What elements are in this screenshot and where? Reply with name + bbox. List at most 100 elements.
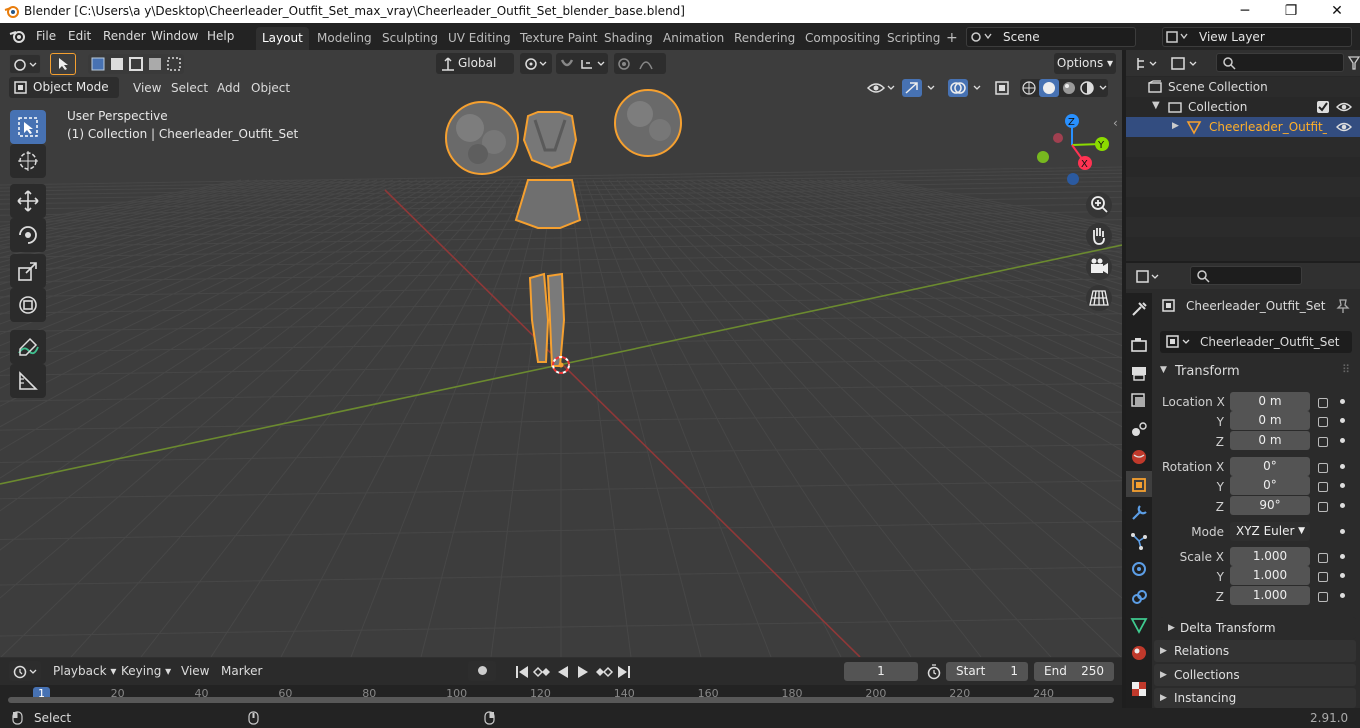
keyframe-dot-icon[interactable] [1340, 529, 1345, 534]
location-z-field[interactable]: 0 m [1230, 431, 1310, 450]
render-tab-icon[interactable] [1129, 335, 1149, 355]
sidebar-toggle-icon[interactable]: ‹ [1113, 116, 1118, 130]
current-frame-field[interactable]: 1 [844, 662, 918, 681]
prev-keyframe-icon[interactable] [532, 666, 550, 678]
keyframe-dot-icon[interactable] [1340, 483, 1345, 488]
tab-uv-editing[interactable]: UV Editing [442, 27, 517, 50]
tab-sculpting[interactable]: Sculpting [376, 27, 444, 50]
datablock-browse-icon[interactable] [1166, 335, 1194, 349]
object-eye-icon[interactable] [1336, 120, 1352, 134]
keyframe-dot-icon[interactable] [1340, 418, 1345, 423]
next-keyframe-icon[interactable] [596, 666, 614, 678]
location-y-field[interactable]: 0 m [1230, 411, 1310, 430]
scale-x-field[interactable]: 1.000 [1230, 547, 1310, 566]
lock-icon[interactable] [1318, 592, 1328, 602]
tab-rendering[interactable]: Rendering [728, 27, 801, 50]
tab-animation[interactable]: Animation [657, 27, 730, 50]
drag-handle-icon[interactable]: ⠿ [1342, 363, 1350, 376]
lock-icon[interactable] [1318, 502, 1328, 512]
outliner-row-object[interactable]: ▶ Cheerleader_Outfit_Set [1126, 117, 1360, 137]
outliner-header-icons[interactable] [1136, 56, 1226, 72]
jump-start-icon[interactable] [516, 666, 528, 678]
menu-window[interactable]: Window [151, 29, 198, 43]
view-layer-tab-icon[interactable] [1129, 391, 1149, 411]
skirt[interactable] [514, 179, 582, 229]
menu-file[interactable]: File [36, 29, 56, 43]
menu-render[interactable]: Render [103, 29, 146, 43]
properties-editor-icon[interactable] [1136, 269, 1166, 285]
transform-panel-header[interactable]: ▼ Transform ⠿ [1154, 361, 1360, 383]
modifier-tab-icon[interactable] [1129, 503, 1149, 523]
3d-viewport[interactable]: Z Y X Global Options ▾ Object Mode View … [0, 50, 1122, 657]
marker-menu[interactable]: Marker [221, 664, 262, 678]
keyframe-dot-icon[interactable] [1340, 503, 1345, 508]
jump-end-icon[interactable] [618, 666, 630, 678]
tab-texture-paint[interactable]: Texture Paint [514, 27, 603, 50]
cursor-tool[interactable] [10, 144, 46, 178]
select-box-tool[interactable] [10, 110, 46, 144]
location-x-field[interactable]: 0 m [1230, 392, 1310, 411]
perspective-toggle-button[interactable] [1086, 285, 1112, 311]
menu-select[interactable]: Select [171, 81, 208, 95]
stopwatch-icon[interactable] [926, 664, 942, 680]
menu-add[interactable]: Add [217, 81, 240, 95]
keyframe-dot-icon[interactable] [1340, 464, 1345, 469]
scale-tool[interactable] [10, 254, 46, 288]
menu-object[interactable]: Object [251, 81, 290, 95]
collection-expand-icon[interactable]: ▼ [1152, 100, 1160, 111]
end-frame-field[interactable]: End 250 [1034, 662, 1114, 681]
material-tab-icon[interactable] [1129, 643, 1149, 663]
rotation-mode-dropdown[interactable]: XYZ Euler ▼ [1230, 522, 1310, 541]
camera-view-button[interactable] [1086, 254, 1112, 280]
rotate-tool[interactable] [10, 218, 46, 252]
filter-icon[interactable] [1348, 56, 1360, 70]
close-button[interactable]: ✕ [1314, 0, 1360, 23]
start-frame-field[interactable]: Start 1 [946, 662, 1028, 681]
minimize-button[interactable]: ─ [1222, 0, 1268, 23]
blender-menu-icon[interactable] [9, 28, 27, 44]
annotate-tool[interactable] [10, 330, 46, 364]
scale-y-field[interactable]: 1.000 [1230, 566, 1310, 585]
tab-layout[interactable]: Layout [256, 27, 309, 50]
object-expand-icon[interactable]: ▶ [1172, 121, 1179, 131]
pom-pom-right[interactable] [614, 89, 682, 157]
pin-icon[interactable] [1336, 298, 1350, 314]
move-tool[interactable] [10, 184, 46, 218]
maximize-button[interactable]: ❐ [1268, 0, 1314, 23]
collections-panel[interactable]: ▶ Collections [1154, 664, 1356, 686]
viewport-canvas[interactable]: Z Y X [0, 50, 1122, 657]
world-tab-icon[interactable] [1129, 447, 1149, 467]
pom-pom-left[interactable] [445, 101, 519, 175]
visibility-eye-icon[interactable] [866, 83, 895, 93]
menu-view[interactable]: View [133, 81, 161, 95]
particles-tab-icon[interactable] [1129, 531, 1149, 551]
tab-shading[interactable]: Shading [598, 27, 659, 50]
constraints-tab-icon[interactable] [1129, 587, 1149, 607]
tab-compositing[interactable]: Compositing [799, 27, 886, 50]
eye-icon[interactable] [1336, 100, 1352, 114]
xray-toggle-icon[interactable] [995, 81, 1009, 95]
keyframe-dot-icon[interactable] [1340, 399, 1345, 404]
keying-menu[interactable]: Keying ▾ [121, 664, 171, 678]
checkbox-checked-icon[interactable] [1316, 100, 1330, 114]
instancing-panel[interactable]: ▶ Instancing [1154, 688, 1356, 708]
outliner-panel[interactable]: Scene Collection ▼ Collection ▶ Cheerlea… [1126, 50, 1360, 261]
material-shading-icon[interactable] [1063, 82, 1075, 94]
playback-menu[interactable]: Playback ▾ [53, 664, 116, 678]
solid-shading-icon[interactable] [1043, 82, 1055, 94]
delta-transform-subpanel[interactable]: ▶ Delta Transform [1160, 617, 1356, 639]
playback-controls[interactable] [512, 664, 634, 680]
menu-help[interactable]: Help [207, 29, 234, 43]
keyframe-dot-icon[interactable] [1340, 573, 1345, 578]
object-tab-icon[interactable] [1129, 475, 1149, 495]
rotation-y-field[interactable]: 0° [1230, 476, 1310, 495]
tab-modeling[interactable]: Modeling [311, 27, 378, 50]
lock-icon[interactable] [1318, 482, 1328, 492]
timeline-scrollbar[interactable] [8, 697, 1114, 703]
tool-tab-icon[interactable] [1129, 299, 1149, 319]
lock-icon[interactable] [1318, 572, 1328, 582]
rotation-x-field[interactable]: 0° [1230, 457, 1310, 476]
lock-icon[interactable] [1318, 553, 1328, 563]
texture-tab-icon[interactable] [1129, 679, 1149, 699]
timeline-view-menu[interactable]: View [181, 664, 209, 678]
